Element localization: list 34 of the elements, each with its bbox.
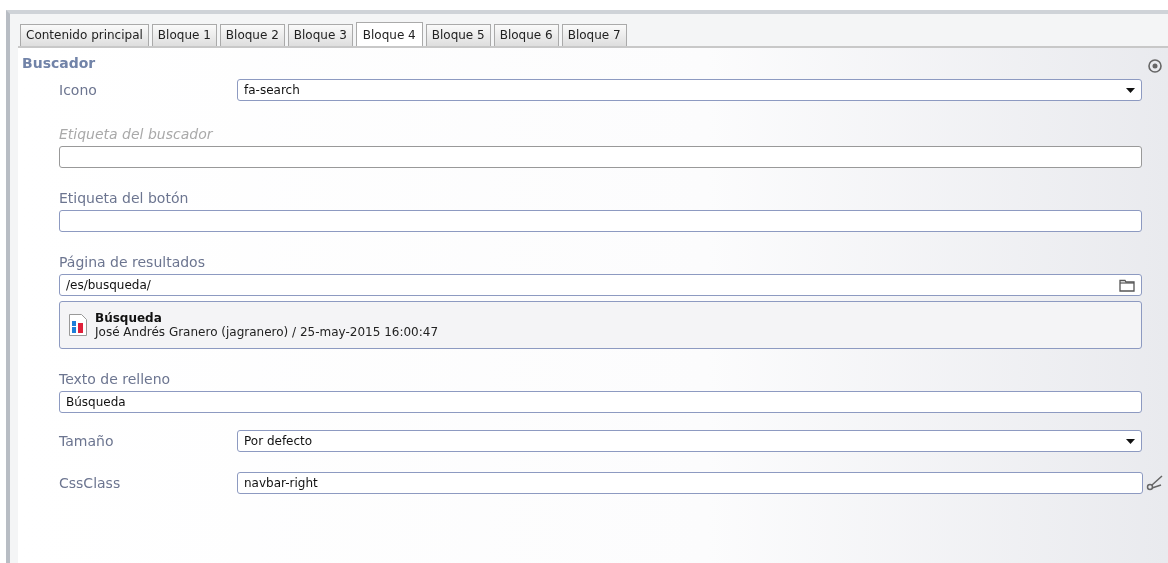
field-label: CssClass [59, 475, 122, 491]
tab[interactable]: Bloque 5 [425, 24, 491, 46]
select-value: Por defecto [244, 434, 313, 448]
input-field[interactable]: navbar-right [237, 472, 1143, 494]
tab[interactable]: Bloque 4 [355, 22, 423, 46]
section-title: Buscador [22, 55, 96, 71]
select-value: fa-search [244, 83, 300, 97]
tab[interactable]: Bloque 2 [219, 24, 285, 46]
tab[interactable]: Bloque 6 [493, 24, 559, 46]
field-label: Tamaño [59, 433, 115, 449]
page-title: Búsqueda [95, 311, 163, 325]
page-icon [69, 314, 87, 336]
tab[interactable]: Bloque 1 [151, 24, 217, 46]
field-label: Texto de relleno [59, 371, 172, 387]
tab[interactable]: Contenido principal [20, 24, 149, 46]
input-field[interactable]: /es/busqueda/ [59, 274, 1142, 296]
input-field[interactable] [59, 146, 1142, 168]
field-label: Etiqueta del buscador [59, 126, 214, 142]
input-value: /es/busqueda/ [66, 278, 151, 292]
dropdown-arrow-icon [1126, 438, 1135, 444]
input-field[interactable] [59, 210, 1142, 232]
target-icon[interactable] [1148, 59, 1162, 73]
tab[interactable]: Bloque 7 [561, 24, 627, 46]
field-label: Icono [59, 82, 98, 98]
input-field[interactable]: Búsqueda [59, 391, 1142, 413]
select-field[interactable]: fa-search [237, 79, 1142, 101]
tab[interactable]: Bloque 3 [287, 24, 353, 46]
page-meta: José Andrés Granero (jagranero) / 25-may-2015 16:00:47 [95, 325, 439, 339]
field-label: Página de resultados [59, 254, 206, 270]
field-label: Etiqueta del botón [59, 190, 190, 206]
folder-icon[interactable] [1119, 278, 1135, 292]
select-field[interactable]: Por defecto [237, 430, 1142, 452]
page-card[interactable]: Búsqueda José Andrés Granero (jagranero) / 25-may-2015 16:00:47 [59, 301, 1142, 349]
dropdown-arrow-icon [1126, 87, 1135, 93]
